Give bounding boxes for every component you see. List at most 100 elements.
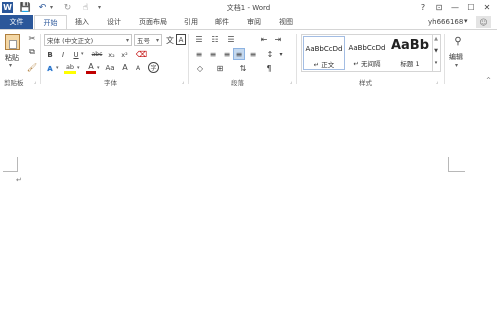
line-spacing-dropdown-icon[interactable]: ▾ bbox=[277, 49, 285, 60]
enclose-characters-button[interactable]: 字 bbox=[148, 62, 159, 73]
decrease-indent-icon[interactable]: ⇤ bbox=[258, 34, 270, 45]
more-styles-icon[interactable]: ▾ bbox=[432, 60, 440, 66]
show-hide-marks-button[interactable]: ¶ bbox=[263, 63, 275, 74]
align-right-icon[interactable]: ≡ bbox=[221, 49, 233, 60]
styles-gallery: AaBbCcDd ↵ 正文 AaBbCcDd ↵ 无间隔 AaBb 标题 1 bbox=[301, 34, 433, 72]
copy-icon[interactable]: ⧉ bbox=[27, 47, 37, 57]
font-launcher-icon[interactable]: ⌟ bbox=[182, 79, 184, 85]
increase-indent-icon[interactable]: ⇥ bbox=[272, 34, 284, 45]
style-name: ↵ 正文 bbox=[313, 61, 335, 69]
multilevel-list-icon[interactable]: ☰ bbox=[225, 34, 237, 45]
text-effects-dropdown-icon[interactable]: ▾ bbox=[56, 65, 59, 71]
bold-button[interactable]: B bbox=[45, 49, 55, 60]
tab-view[interactable]: 视图 bbox=[272, 15, 300, 29]
font-name-select[interactable]: 宋体 (中文正文) ▾ bbox=[44, 34, 132, 46]
format-painter-icon[interactable]: 🖌 bbox=[27, 62, 37, 72]
highlight-button[interactable]: ab bbox=[64, 62, 76, 71]
style-preview: AaBb bbox=[390, 38, 430, 53]
tab-insert[interactable]: 插入 bbox=[68, 15, 96, 29]
paragraph-launcher-icon[interactable]: ⌟ bbox=[290, 79, 292, 85]
group-divider bbox=[296, 34, 297, 84]
style-preview: AaBbCcDd bbox=[348, 44, 386, 52]
bullets-icon[interactable]: ☰ bbox=[193, 34, 205, 45]
change-case-button[interactable]: Aa bbox=[104, 62, 116, 73]
tab-review[interactable]: 审阅 bbox=[240, 15, 268, 29]
highlight-color-bar bbox=[64, 71, 76, 74]
superscript-button[interactable]: x² bbox=[119, 49, 130, 60]
paragraph-mark: ↵ bbox=[16, 176, 22, 184]
distributed-icon[interactable]: ≡ bbox=[247, 49, 259, 60]
strikethrough-button[interactable]: abc bbox=[90, 49, 104, 60]
binoculars-icon[interactable]: ⚲ bbox=[451, 34, 465, 48]
tab-design[interactable]: 设计 bbox=[100, 15, 128, 29]
style-heading-1[interactable]: AaBb 标题 1 bbox=[389, 36, 431, 70]
minimize-button[interactable]: — bbox=[448, 1, 462, 13]
clipboard-launcher-icon[interactable]: ⌟ bbox=[34, 79, 36, 85]
clear-formatting-icon[interactable]: ⌫ bbox=[136, 49, 147, 60]
ribbon: 粘贴 ▾ ✂ ⧉ 🖌 剪贴板 ⌟ 宋体 (中文正文) ▾ 五号 ▾ 文 A B … bbox=[0, 29, 497, 89]
style-name: ↵ 无间隔 bbox=[353, 60, 381, 68]
paste-icon[interactable] bbox=[5, 34, 20, 50]
style-name: 标题 1 bbox=[400, 60, 420, 68]
document-area[interactable]: ↵ bbox=[0, 88, 497, 317]
avatar[interactable]: ☺ bbox=[476, 16, 491, 28]
clipboard-group-label: 剪贴板 bbox=[4, 79, 24, 87]
grow-font-button[interactable]: A bbox=[120, 62, 130, 73]
chevron-down-icon[interactable]: ▾ bbox=[126, 37, 129, 44]
close-button[interactable]: ✕ bbox=[480, 1, 494, 13]
editing-button[interactable]: 编辑 bbox=[449, 52, 463, 62]
font-color-dropdown-icon[interactable]: ▾ bbox=[97, 65, 100, 71]
shrink-font-button[interactable]: A bbox=[133, 63, 143, 73]
margin-corner-mark bbox=[448, 171, 465, 172]
group-divider bbox=[40, 34, 41, 84]
tab-home[interactable]: 开始 bbox=[34, 15, 67, 29]
font-size-value: 五号 bbox=[137, 37, 150, 45]
borders-icon[interactable]: ⊞ bbox=[214, 63, 226, 74]
cut-icon[interactable]: ✂ bbox=[27, 33, 37, 43]
scroll-up-icon[interactable]: ▲ bbox=[432, 36, 440, 42]
font-size-select[interactable]: 五号 ▾ bbox=[134, 34, 162, 46]
paragraph-group-label: 段落 bbox=[231, 79, 244, 87]
tab-mailings[interactable]: 邮件 bbox=[208, 15, 236, 29]
editing-dropdown-icon[interactable]: ▾ bbox=[455, 62, 458, 69]
style-preview: AaBbCcDd bbox=[305, 45, 343, 53]
character-border-icon[interactable]: A bbox=[176, 34, 186, 45]
underline-dropdown-icon[interactable]: ▾ bbox=[81, 51, 84, 57]
align-center-icon[interactable]: ≡ bbox=[207, 49, 219, 60]
tab-file[interactable]: 文件 bbox=[0, 15, 33, 29]
font-color-bar bbox=[86, 71, 96, 74]
font-group-label: 字体 bbox=[104, 79, 117, 87]
group-divider bbox=[444, 34, 445, 84]
account-name[interactable]: yh666168 bbox=[428, 18, 463, 26]
ribbon-tabs: 文件 开始 插入 设计 页面布局 引用 邮件 审阅 视图 yh666168 ▾ … bbox=[0, 15, 497, 29]
justify-icon[interactable]: ≡ bbox=[233, 48, 245, 60]
maximize-button[interactable]: ☐ bbox=[464, 1, 478, 13]
tab-references[interactable]: 引用 bbox=[178, 15, 204, 29]
group-divider bbox=[188, 34, 189, 84]
numbering-icon[interactable]: ☷ bbox=[209, 34, 221, 45]
account-dropdown-icon[interactable]: ▾ bbox=[464, 17, 468, 25]
styles-launcher-icon[interactable]: ⌟ bbox=[436, 79, 438, 85]
sort-icon[interactable]: ⇅ bbox=[237, 63, 249, 74]
font-color-button[interactable]: A bbox=[86, 62, 96, 71]
chevron-down-icon[interactable]: ▾ bbox=[156, 37, 159, 44]
font-name-value: 宋体 (中文正文) bbox=[47, 37, 94, 45]
highlight-dropdown-icon[interactable]: ▾ bbox=[77, 65, 80, 71]
text-effects-button[interactable]: A bbox=[45, 63, 55, 74]
help-icon[interactable]: ? bbox=[416, 1, 430, 13]
underline-button[interactable]: U bbox=[71, 49, 81, 60]
style-normal[interactable]: AaBbCcDd ↵ 正文 bbox=[303, 36, 345, 70]
ribbon-display-options-icon[interactable]: ⊡ bbox=[432, 1, 446, 13]
margin-corner-mark bbox=[3, 171, 18, 172]
tab-page-layout[interactable]: 页面布局 bbox=[132, 15, 174, 29]
phonetic-guide-icon[interactable]: 文 bbox=[165, 34, 175, 46]
line-spacing-icon[interactable]: ↕ bbox=[264, 49, 276, 60]
collapse-ribbon-icon[interactable]: ^ bbox=[486, 77, 491, 84]
italic-button[interactable]: I bbox=[58, 49, 68, 60]
paste-dropdown-icon[interactable]: ▾ bbox=[9, 62, 12, 69]
shading-icon[interactable]: ◇ bbox=[194, 63, 206, 74]
subscript-button[interactable]: x₂ bbox=[106, 49, 117, 60]
align-left-icon[interactable]: ≡ bbox=[193, 49, 205, 60]
scroll-down-icon[interactable]: ▼ bbox=[432, 48, 440, 54]
style-no-spacing[interactable]: AaBbCcDd ↵ 无间隔 bbox=[346, 36, 388, 70]
